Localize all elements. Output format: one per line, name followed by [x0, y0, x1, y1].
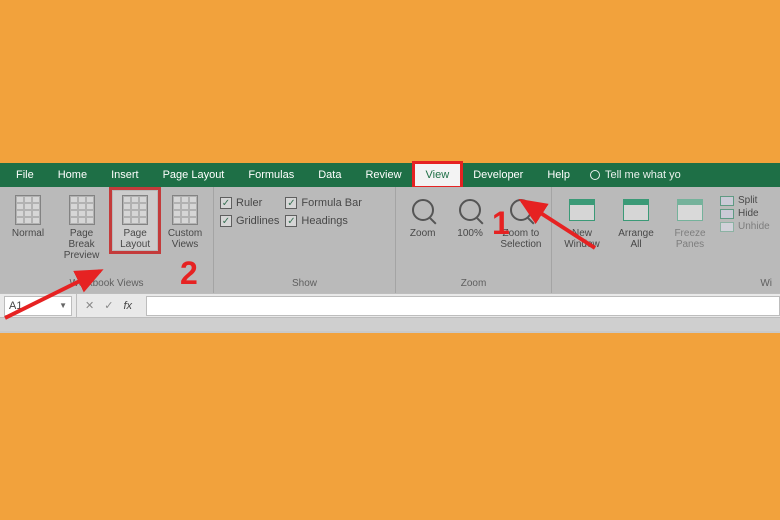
tab-formulas[interactable]: Formulas [236, 163, 306, 187]
group-label-window: Wi [558, 276, 774, 291]
name-box[interactable]: A1 ▼ [4, 296, 72, 316]
zoom-button[interactable]: Zoom [402, 191, 443, 239]
tab-review[interactable]: Review [353, 163, 413, 187]
bulb-icon [590, 170, 600, 180]
zoom-selection-icon [506, 195, 536, 225]
custom-views-button[interactable]: Custom Views [163, 191, 207, 250]
hide-icon [720, 209, 734, 219]
unhide-button[interactable]: Unhide [720, 221, 770, 232]
group-window: New Window Arrange All Freeze Panes Spli… [552, 187, 780, 293]
group-label-zoom: Zoom [402, 276, 545, 291]
headings-checkbox[interactable]: ✓Headings [285, 215, 362, 227]
arrange-all-icon [621, 195, 651, 225]
cancel-icon[interactable]: ✕ [85, 299, 94, 312]
tab-file[interactable]: File [4, 163, 46, 187]
zoom-to-selection-button[interactable]: Zoom to Selection [497, 191, 545, 250]
arrange-all-button[interactable]: Arrange All [612, 191, 660, 250]
name-box-value: A1 [9, 300, 22, 312]
tab-view[interactable]: View [414, 163, 462, 187]
zoom-icon [408, 195, 438, 225]
sheet-area-edge [0, 317, 780, 331]
excel-window: File Home Insert Page Layout Formulas Da… [0, 163, 780, 333]
ribbon-view: Normal Page Break Preview Page Layout Cu… [0, 187, 780, 293]
freeze-panes-button[interactable]: Freeze Panes [666, 191, 714, 250]
formula-input[interactable] [146, 296, 780, 316]
group-zoom: Zoom 100% Zoom to Selection Zoom [396, 187, 552, 293]
fx-icon[interactable]: fx [123, 300, 132, 312]
new-window-button[interactable]: New Window [558, 191, 606, 250]
tell-me-search[interactable]: Tell me what yo [590, 163, 681, 187]
page-break-preview-button[interactable]: Page Break Preview [56, 191, 107, 261]
custom-views-icon [170, 195, 200, 225]
normal-view-icon [13, 195, 43, 225]
tab-developer[interactable]: Developer [461, 163, 535, 187]
tab-insert[interactable]: Insert [99, 163, 151, 187]
tab-page-layout[interactable]: Page Layout [151, 163, 237, 187]
tab-help[interactable]: Help [535, 163, 582, 187]
normal-view-button[interactable]: Normal [6, 191, 50, 239]
freeze-panes-icon [675, 195, 705, 225]
checkbox-icon: ✓ [220, 215, 232, 227]
gridlines-checkbox[interactable]: ✓Gridlines [220, 215, 279, 227]
ruler-checkbox[interactable]: ✓Ruler [220, 197, 279, 209]
group-show: ✓Ruler ✓Gridlines ✓Formula Bar ✓Headings… [214, 187, 396, 293]
hide-button[interactable]: Hide [720, 208, 770, 219]
tab-data[interactable]: Data [306, 163, 353, 187]
chevron-down-icon[interactable]: ▼ [59, 301, 67, 310]
page-layout-button[interactable]: Page Layout [113, 191, 157, 250]
page-break-icon [67, 195, 97, 225]
checkbox-icon: ✓ [285, 197, 297, 209]
page-layout-icon [120, 195, 150, 225]
tab-home[interactable]: Home [46, 163, 99, 187]
group-label-show: Show [220, 276, 389, 291]
formula-bar-row: A1 ▼ ✕ ✓ fx [0, 293, 780, 317]
zoom-100-icon [455, 195, 485, 225]
tell-me-label: Tell me what yo [605, 169, 681, 181]
unhide-icon [720, 222, 734, 232]
split-button[interactable]: Split [720, 195, 770, 206]
enter-icon[interactable]: ✓ [104, 299, 113, 312]
formula-bar-checkbox[interactable]: ✓Formula Bar [285, 197, 362, 209]
ribbon-tabstrip: File Home Insert Page Layout Formulas Da… [0, 163, 780, 187]
zoom-100-button[interactable]: 100% [449, 191, 490, 239]
new-window-icon [567, 195, 597, 225]
split-icon [720, 196, 734, 206]
group-workbook-views: Normal Page Break Preview Page Layout Cu… [0, 187, 214, 293]
checkbox-icon: ✓ [285, 215, 297, 227]
checkbox-icon: ✓ [220, 197, 232, 209]
group-label-views: Workbook Views [6, 276, 207, 291]
